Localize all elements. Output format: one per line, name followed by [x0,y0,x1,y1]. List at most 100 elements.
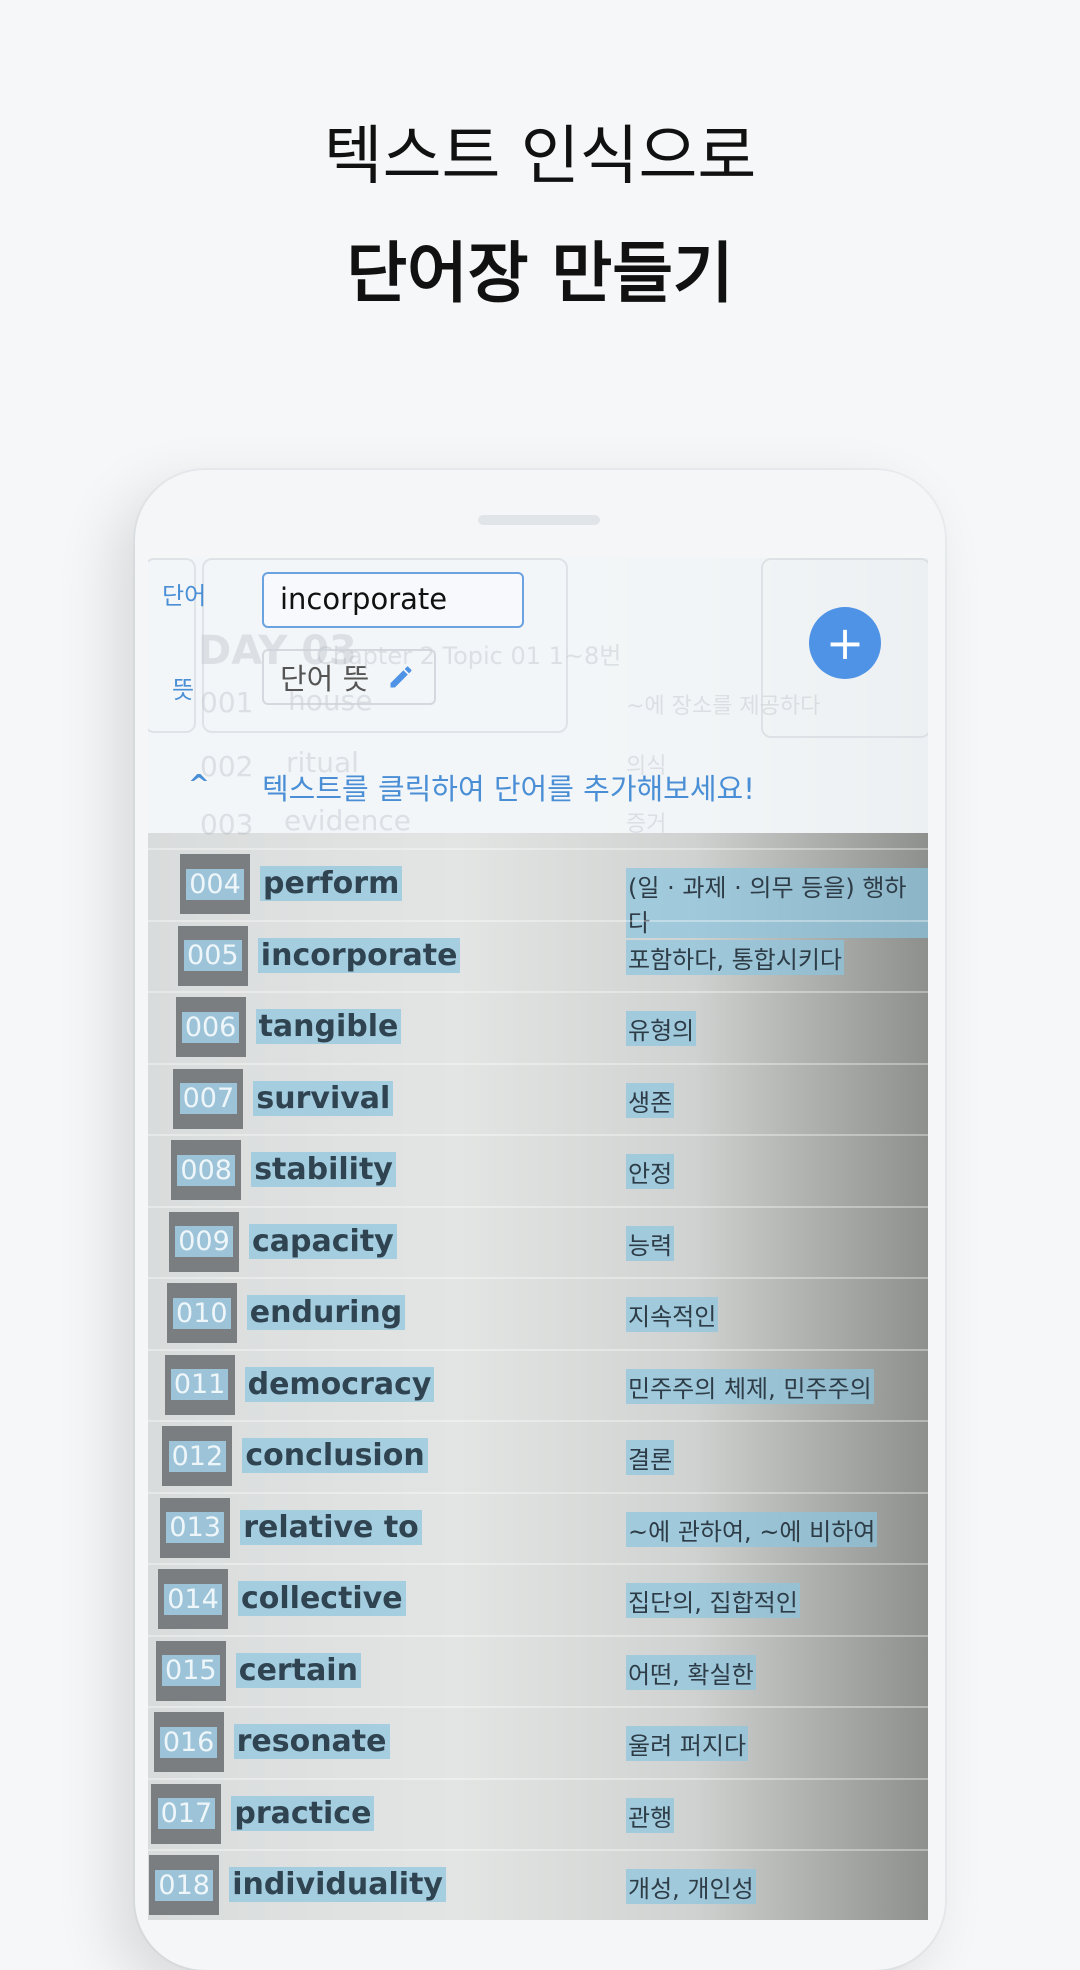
plus-icon: + [825,616,865,670]
row-divider [148,1634,928,1637]
camera-view: 004 perform (일 · 과제 · 의무 등을) 행하다 005 inc… [148,558,928,1920]
table-row: 014 collective 집단의, 집합적인 [148,1563,928,1640]
word-label: 단어 [162,582,207,610]
recognized-meaning[interactable]: 지속적인 [626,1297,719,1332]
recognized-word[interactable]: stability [251,1152,396,1187]
row-divider [148,1563,928,1565]
recognized-meaning[interactable]: ~에 관하여, ~에 비하여 [626,1511,878,1547]
recognized-meaning[interactable]: 민주주의 체제, 민주주의 [626,1368,874,1404]
recognized-word[interactable]: incorporate [257,937,461,973]
table-row: 005 incorporate 포함하다, 통합시키다 [148,919,928,997]
word-number: 014 [158,1569,228,1629]
recognized-word[interactable]: enduring [246,1295,406,1330]
recognized-meaning[interactable]: 울려 퍼지다 [626,1726,749,1761]
word-editor-panel: DAY 03 Chapter 2 Topic 01 1~8번 001 house… [148,558,928,841]
recognized-meaning[interactable]: 안정 [626,1154,675,1189]
table-row: 006 tangible 유형의 [148,991,928,1068]
meaning-label: 뜻 [172,676,195,704]
recognized-word[interactable]: relative to [240,1509,422,1545]
add-word-button[interactable]: + [809,607,881,679]
recognized-meaning[interactable]: 포함하다, 통합시키다 [626,939,844,975]
row-divider [148,991,928,993]
word-number-text: 015 [162,1655,220,1686]
row-divider [148,1062,928,1065]
table-row: 013 relative to ~에 관하여, ~에 비하여 [148,1491,928,1569]
hint-text: 텍스트를 클릭하여 단어를 추가해보세요! [262,772,755,806]
row-divider [148,1134,928,1136]
meaning-input[interactable]: 단어 뜻 [262,649,436,705]
row-divider [148,1420,928,1422]
table-row: 017 practice 관행 [148,1777,928,1855]
recognized-word[interactable]: capacity [249,1223,397,1259]
word-number-text: 008 [177,1154,235,1186]
meaning-placeholder: 단어 뜻 [280,662,370,696]
recognized-meaning[interactable]: 관행 [626,1797,675,1833]
word-number-text: 012 [168,1440,227,1472]
word-number-text: 018 [155,1869,213,1901]
table-row: 010 enduring 지속적인 [148,1277,928,1354]
word-number: 008 [171,1140,242,1200]
row-divider [148,1348,928,1351]
chevron-up-icon[interactable]: ^ [188,770,210,800]
word-number: 009 [169,1211,239,1272]
bg-row-word: evidence [284,804,411,837]
recognized-word[interactable]: conclusion [242,1438,428,1473]
recognized-meaning[interactable]: 개성, 개인성 [626,1869,756,1904]
recognized-word[interactable]: tangible [255,1009,402,1044]
row-divider [148,919,928,922]
recognized-meaning[interactable]: 집단의, 집합적인 [626,1583,800,1618]
word-number-text: 011 [170,1369,229,1400]
bg-row-num: 003 [200,808,254,841]
table-row: 018 individuality 개성, 개인성 [148,1849,928,1920]
row-divider [148,1777,928,1780]
recognized-word[interactable]: democracy [244,1366,435,1402]
recognized-word[interactable]: certain [235,1652,361,1688]
recognized-meaning[interactable]: 유형의 [626,1011,697,1046]
word-number-text: 009 [175,1226,233,1257]
recognized-meaning[interactable]: 결론 [626,1440,675,1475]
word-number: 011 [164,1354,235,1415]
word-number: 005 [177,925,248,986]
row-divider [148,1277,928,1279]
recognized-word[interactable]: practice [231,1795,375,1831]
headline-line2: 단어장 만들기 [346,235,734,312]
table-row: 011 democracy 민주주의 체제, 민주주의 [148,1348,928,1426]
word-number-text: 016 [159,1726,218,1758]
table-row: 008 stability 안정 [148,1134,928,1211]
word-number: 016 [153,1712,224,1772]
recognized-word[interactable]: individuality [229,1867,446,1902]
word-input[interactable]: incorporate [262,572,524,628]
pencil-icon[interactable] [387,663,415,691]
table-row: 009 capacity 능력 [148,1205,928,1283]
word-number: 004 [180,854,250,914]
recognized-meaning[interactable]: 능력 [626,1225,675,1261]
bg-row-meaning: 증거 [626,812,667,837]
row-divider [148,1491,928,1494]
headline-line1: 텍스트 인식으로 [323,120,757,194]
recognized-word[interactable]: survival [253,1080,394,1116]
word-number: 017 [151,1783,222,1844]
table-row: 012 conclusion 결론 [148,1420,928,1497]
word-number: 015 [155,1640,226,1701]
recognized-word[interactable]: perform [260,866,403,901]
table-row: 004 perform (일 · 과제 · 의무 등을) 행하다 [148,848,928,938]
word-number-text: 006 [181,1011,240,1043]
table-row: 007 survival 생존 [148,1062,928,1140]
word-number: 018 [149,1855,220,1915]
word-number-text: 007 [179,1083,238,1114]
row-divider [148,1849,928,1851]
word-number-text: 004 [186,868,244,900]
recognized-meaning[interactable]: 어떤, 확실한 [626,1654,756,1690]
word-number-text: 013 [166,1512,224,1543]
word-number: 013 [160,1497,231,1558]
recognized-meaning[interactable]: 생존 [626,1082,675,1118]
word-number: 012 [162,1426,233,1486]
recognized-word[interactable]: resonate [233,1724,390,1759]
row-divider [148,1205,928,1208]
word-number: 007 [173,1068,244,1129]
recognized-word[interactable]: collective [238,1581,406,1616]
row-divider [148,848,928,850]
word-number-text: 005 [184,940,242,971]
table-row: 016 resonate 울려 퍼지다 [148,1706,928,1783]
row-divider [148,1706,928,1708]
